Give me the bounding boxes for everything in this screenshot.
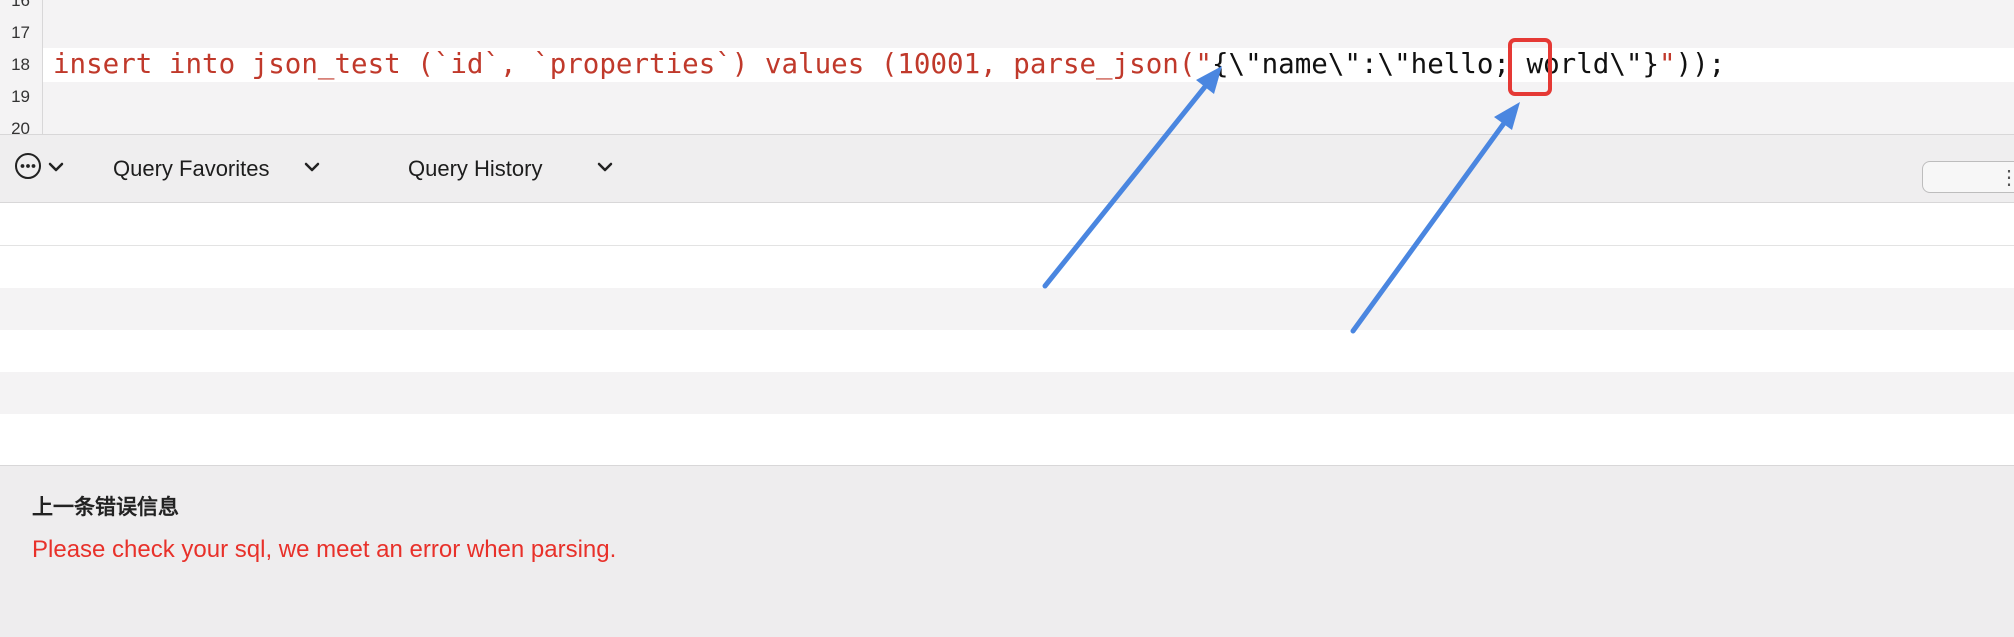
- toolbar-right-control[interactable]: ⋮: [1922, 161, 2014, 193]
- line-number: 19: [11, 87, 30, 106]
- error-panel: 上一条错误信息 Please check your sql, we meet a…: [0, 465, 2014, 637]
- table-row[interactable]: [0, 414, 2014, 456]
- semicolon-highlight-box: [1508, 38, 1552, 96]
- code-token: ": [1659, 48, 1676, 80]
- error-message: Please check your sql, we meet an error …: [32, 536, 617, 563]
- table-row[interactable]: [0, 372, 2014, 414]
- query-history-dropdown[interactable]: Query History: [408, 135, 613, 202]
- more-options-button[interactable]: [14, 135, 64, 202]
- query-favorites-dropdown[interactable]: Query Favorites: [113, 135, 320, 202]
- line-number: 16: [11, 0, 30, 10]
- query-favorites-label: Query Favorites: [113, 155, 270, 181]
- code-token: \"}: [1609, 48, 1659, 80]
- results-grid[interactable]: [0, 203, 2014, 465]
- error-panel-title: 上一条错误信息: [32, 495, 179, 519]
- line-number: 17: [11, 23, 30, 42]
- chevron-down-icon: [304, 160, 320, 178]
- code-token: {\"name\":\": [1211, 48, 1411, 80]
- table-row[interactable]: [0, 288, 2014, 330]
- query-toolbar: Query Favorites Query History ⋮: [0, 135, 2014, 203]
- ellipsis-circle-icon: [14, 152, 42, 185]
- code-area[interactable]: insert into json_test (`id`, `properties…: [43, 0, 2014, 134]
- code-token: insert into json_test (`id`, `properties…: [53, 48, 1212, 80]
- table-row[interactable]: [0, 203, 2014, 246]
- line-number: 18: [11, 55, 30, 74]
- table-row[interactable]: [0, 246, 2014, 288]
- sql-editor[interactable]: 16 17 18 19 20 insert into json_test (`i…: [0, 0, 2014, 138]
- code-token: ));: [1675, 48, 1726, 80]
- chevron-down-icon: [48, 160, 64, 178]
- line-number-gutter: 16 17 18 19 20: [0, 0, 43, 138]
- table-row[interactable]: [0, 330, 2014, 372]
- query-history-label: Query History: [408, 155, 543, 181]
- code-line-18[interactable]: insert into json_test (`id`, `properties…: [53, 46, 1725, 82]
- chevron-down-icon: [597, 160, 613, 178]
- more-vertical-icon: ⋮: [1999, 167, 2014, 189]
